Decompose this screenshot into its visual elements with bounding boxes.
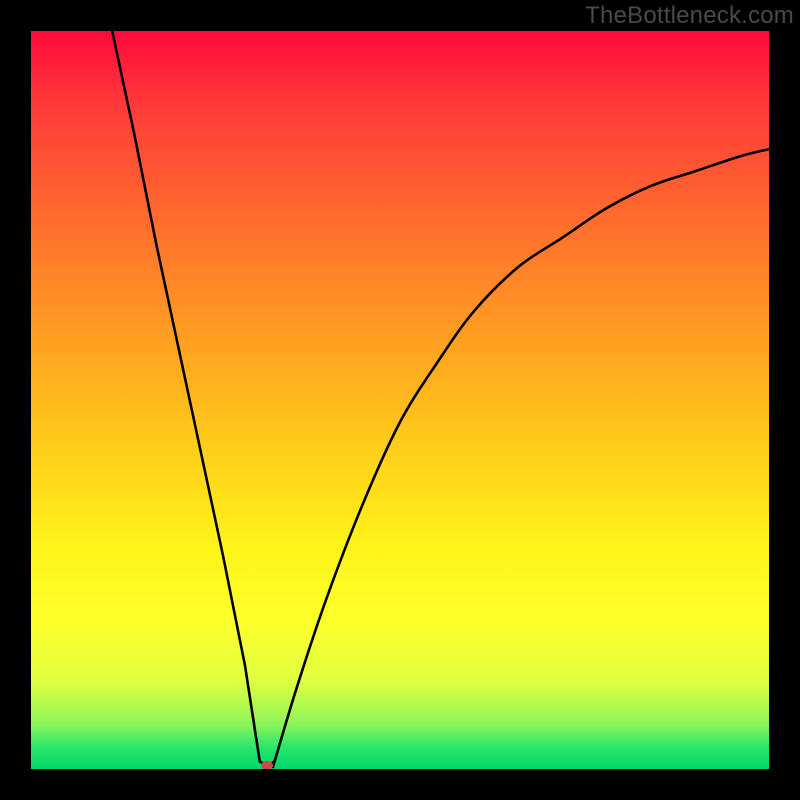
credit-text: TheBottleneck.com [585, 2, 794, 30]
bottleneck-curve [31, 31, 769, 769]
curve-path [112, 31, 769, 767]
plot-area [31, 31, 769, 769]
